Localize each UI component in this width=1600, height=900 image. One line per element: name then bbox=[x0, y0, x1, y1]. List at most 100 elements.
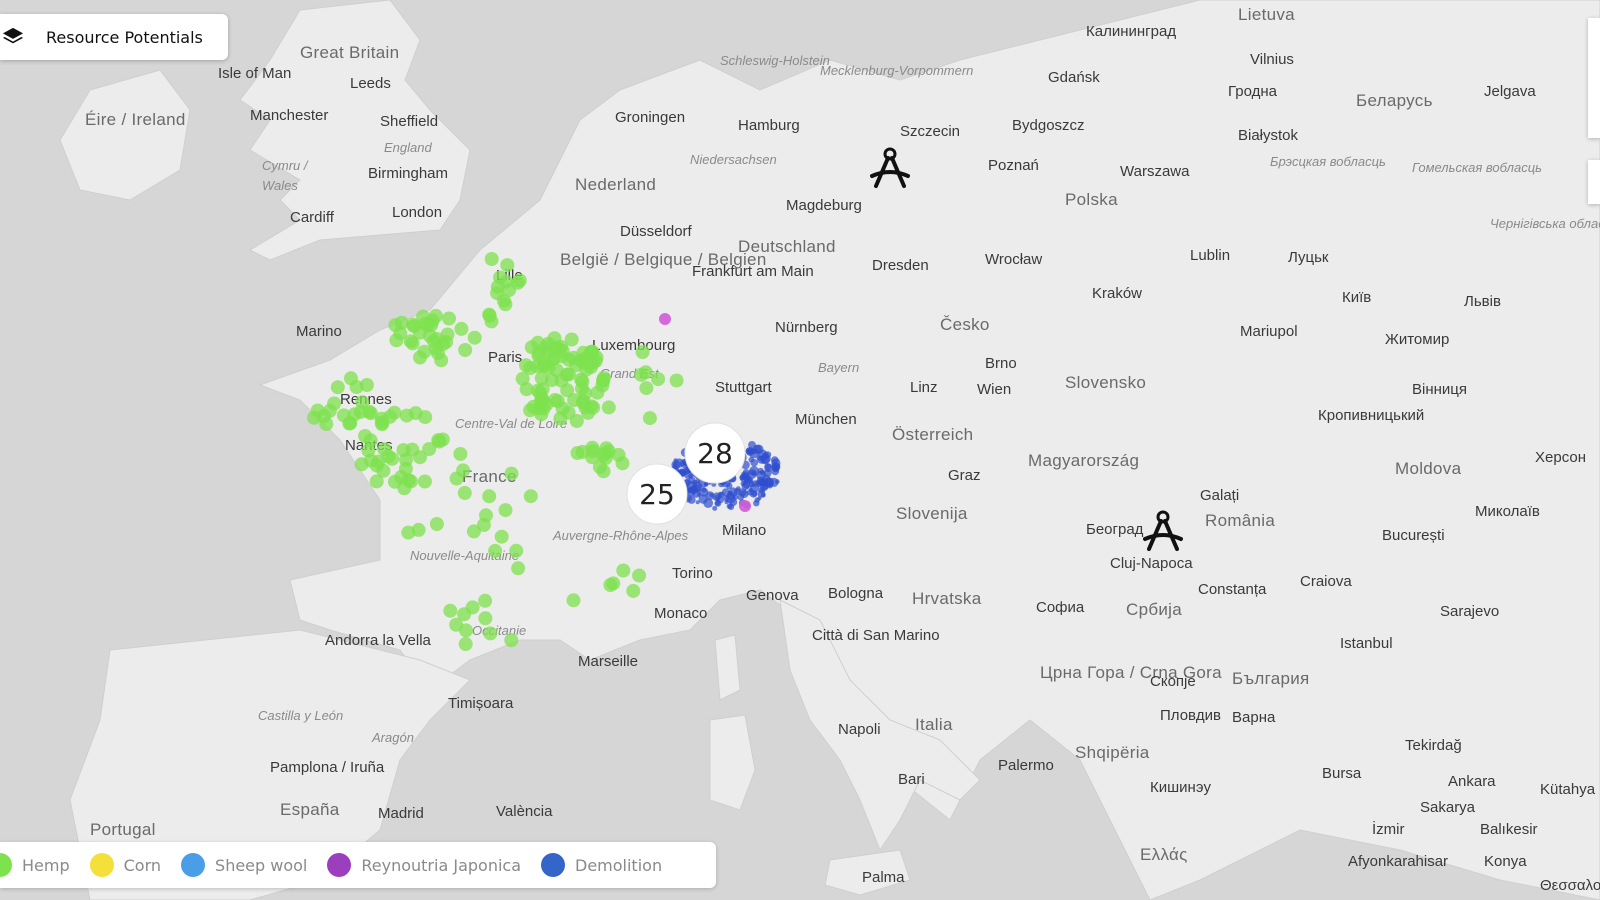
hemp-point[interactable] bbox=[330, 380, 345, 395]
hemp-point[interactable] bbox=[511, 561, 526, 576]
hemp-point[interactable] bbox=[555, 344, 570, 358]
demolition-point[interactable] bbox=[740, 471, 750, 481]
hemp-point[interactable] bbox=[524, 340, 539, 355]
hemp-point[interactable] bbox=[428, 341, 443, 356]
hemp-point[interactable] bbox=[459, 623, 473, 638]
legend-item-reynoutria-japonica[interactable]: Reynoutria Japonica bbox=[327, 853, 521, 877]
hemp-point[interactable] bbox=[396, 443, 411, 458]
resource-layer-panel[interactable]: Resource Potentials bbox=[0, 14, 228, 60]
hemp-point[interactable] bbox=[397, 481, 412, 496]
hemp-point[interactable] bbox=[443, 603, 458, 618]
hemp-point[interactable] bbox=[510, 275, 525, 290]
hemp-point[interactable] bbox=[504, 633, 519, 648]
map-canvas[interactable]: Nederland België / Belgique / Belgien De… bbox=[0, 0, 1600, 900]
hemp-point[interactable] bbox=[564, 332, 579, 347]
hemp-point[interactable] bbox=[355, 395, 370, 410]
demolition-point[interactable] bbox=[673, 458, 678, 463]
hemp-point[interactable] bbox=[616, 563, 631, 578]
demolition-point[interactable] bbox=[692, 479, 698, 485]
hemp-point[interactable] bbox=[369, 474, 384, 489]
hemp-point[interactable] bbox=[453, 447, 468, 461]
hemp-point[interactable] bbox=[519, 358, 533, 373]
demolition-point[interactable] bbox=[747, 448, 752, 453]
demolition-point[interactable] bbox=[749, 490, 758, 498]
demolition-point[interactable] bbox=[757, 478, 765, 486]
legend-item-corn[interactable]: Corn bbox=[89, 853, 161, 877]
legend-item-sheep-wool[interactable]: Sheep wool bbox=[181, 853, 307, 877]
demolition-point[interactable] bbox=[753, 500, 760, 507]
demolition-point[interactable] bbox=[764, 469, 772, 477]
hemp-point[interactable] bbox=[429, 517, 444, 531]
hemp-point[interactable] bbox=[544, 373, 559, 388]
cluster-marker[interactable]: 28 bbox=[684, 422, 746, 484]
hemp-point[interactable] bbox=[449, 471, 464, 486]
hemp-point[interactable] bbox=[626, 583, 641, 598]
zoom-controls[interactable] bbox=[1588, 18, 1600, 138]
demolition-point[interactable] bbox=[748, 456, 755, 463]
hemp-point[interactable] bbox=[417, 474, 432, 489]
hemp-point[interactable] bbox=[482, 308, 497, 323]
hemp-point[interactable] bbox=[669, 373, 684, 388]
hemp-point[interactable] bbox=[639, 381, 654, 396]
legend-item-hemp[interactable]: Hemp bbox=[0, 853, 70, 877]
demolition-point[interactable] bbox=[718, 491, 725, 498]
hemp-point[interactable] bbox=[596, 371, 611, 385]
demolition-point[interactable] bbox=[771, 458, 781, 468]
hemp-point[interactable] bbox=[401, 525, 416, 540]
hemp-point[interactable] bbox=[363, 453, 378, 468]
hemp-point[interactable] bbox=[555, 401, 570, 416]
hemp-point[interactable] bbox=[399, 408, 414, 423]
demolition-point[interactable] bbox=[761, 492, 766, 498]
hemp-point[interactable] bbox=[531, 401, 546, 416]
hemp-point[interactable] bbox=[504, 466, 519, 481]
hemp-point[interactable] bbox=[590, 385, 605, 400]
hemp-point[interactable] bbox=[398, 461, 413, 476]
hemp-point[interactable] bbox=[454, 321, 469, 336]
demolition-point[interactable] bbox=[728, 487, 738, 497]
hemp-point[interactable] bbox=[478, 593, 493, 608]
demolition-point[interactable] bbox=[769, 477, 779, 487]
hemp-point[interactable] bbox=[651, 372, 666, 387]
hemp-point[interactable] bbox=[642, 411, 657, 426]
hemp-point[interactable] bbox=[457, 486, 472, 500]
hemp-point[interactable] bbox=[498, 503, 513, 518]
legend-item-demolition[interactable]: Demolition bbox=[541, 853, 662, 877]
demolition-point[interactable] bbox=[726, 503, 733, 510]
hemp-point[interactable] bbox=[578, 400, 593, 415]
hemp-point[interactable] bbox=[559, 367, 574, 382]
reynoutria-point[interactable] bbox=[739, 500, 751, 512]
hemp-point[interactable] bbox=[519, 382, 534, 397]
hemp-point[interactable] bbox=[601, 400, 616, 415]
demolition-point[interactable] bbox=[757, 467, 764, 474]
demolition-point[interactable] bbox=[695, 500, 700, 505]
hemp-point[interactable] bbox=[383, 409, 397, 424]
hemp-point[interactable] bbox=[467, 330, 482, 345]
hemp-point[interactable] bbox=[405, 336, 420, 351]
hemp-point[interactable] bbox=[458, 637, 473, 651]
hemp-point[interactable] bbox=[496, 293, 511, 308]
hemp-point[interactable] bbox=[578, 351, 593, 366]
demolition-point[interactable] bbox=[705, 491, 715, 501]
demolition-point[interactable] bbox=[712, 505, 718, 511]
hemp-point[interactable] bbox=[342, 416, 357, 431]
hemp-point[interactable] bbox=[458, 343, 473, 357]
layer-control[interactable] bbox=[1588, 160, 1600, 204]
demolition-point[interactable] bbox=[761, 452, 769, 460]
hemp-point[interactable] bbox=[523, 489, 538, 504]
reynoutria-point[interactable] bbox=[659, 313, 671, 325]
hemp-point[interactable] bbox=[500, 258, 515, 273]
hemp-point[interactable] bbox=[483, 626, 498, 641]
hemp-point[interactable] bbox=[388, 318, 403, 333]
hemp-point[interactable] bbox=[632, 568, 647, 583]
hemp-point[interactable] bbox=[478, 611, 493, 626]
hemp-point[interactable] bbox=[358, 429, 373, 443]
hemp-point[interactable] bbox=[541, 336, 556, 351]
hemp-point[interactable] bbox=[385, 451, 400, 466]
hemp-point[interactable] bbox=[484, 252, 499, 266]
hemp-point[interactable] bbox=[359, 378, 374, 392]
hemp-point[interactable] bbox=[606, 576, 621, 591]
demolition-point[interactable] bbox=[689, 485, 698, 494]
hemp-point[interactable] bbox=[488, 543, 503, 558]
hemp-point[interactable] bbox=[482, 489, 497, 504]
hemp-point[interactable] bbox=[442, 311, 456, 326]
